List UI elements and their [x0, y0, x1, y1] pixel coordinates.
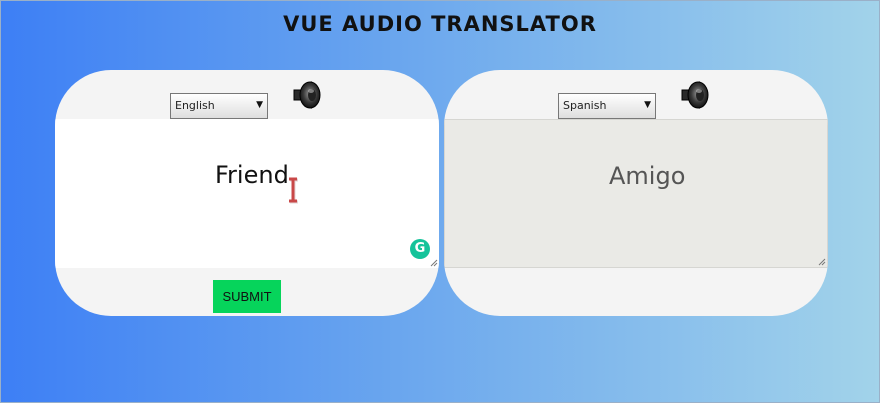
speaker-icon[interactable] [679, 79, 711, 111]
text-cursor-icon [289, 177, 298, 204]
target-panel: Spanish ▼ Amigo [444, 70, 828, 316]
source-language-select[interactable]: English ▼ [170, 93, 268, 119]
speaker-icon[interactable] [291, 79, 323, 111]
page-title: VUE AUDIO TRANSLATOR [283, 12, 597, 36]
source-panel: English ▼ Friend G SUBMIT [55, 70, 439, 316]
resize-handle-icon[interactable] [818, 258, 826, 266]
target-language-label: Spanish [563, 99, 607, 112]
target-text-output[interactable]: Amigo [444, 119, 828, 268]
dropdown-arrow-icon: ▼ [644, 100, 651, 110]
submit-button[interactable]: SUBMIT [213, 280, 281, 313]
source-text[interactable]: Friend [215, 161, 289, 189]
source-text-input[interactable]: Friend G [55, 119, 439, 268]
source-language-label: English [175, 99, 215, 112]
grammarly-icon[interactable]: G [410, 239, 430, 259]
target-text: Amigo [609, 162, 686, 190]
resize-handle-icon[interactable] [430, 259, 438, 267]
dropdown-arrow-icon: ▼ [256, 100, 263, 110]
target-language-select[interactable]: Spanish ▼ [558, 93, 656, 119]
